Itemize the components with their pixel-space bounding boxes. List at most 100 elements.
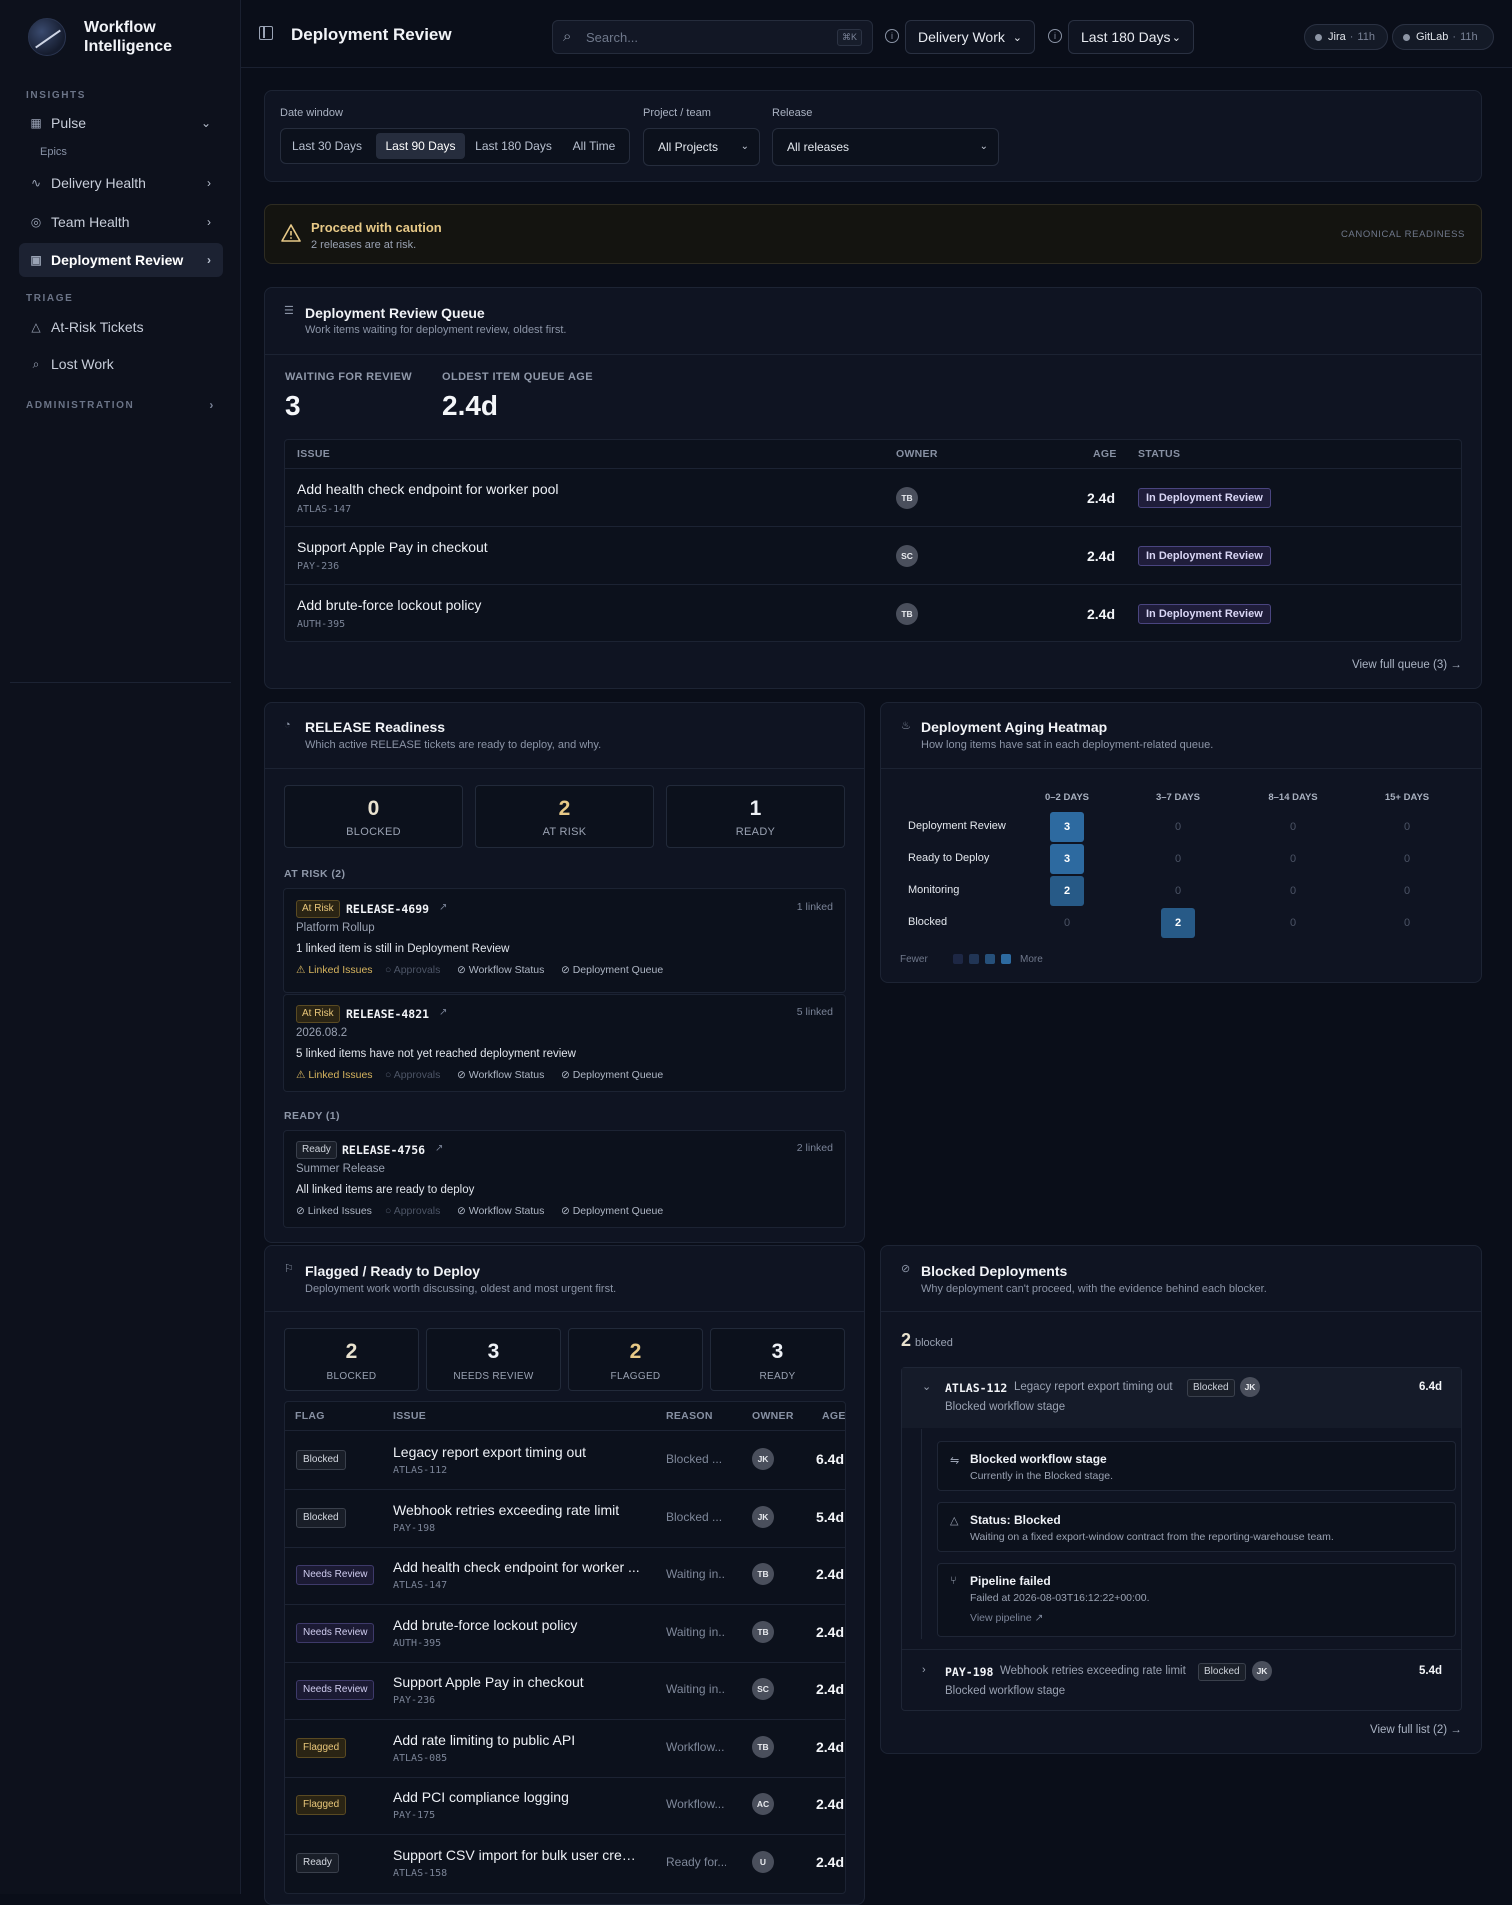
stat-value: 1 xyxy=(749,797,762,820)
work-type-select[interactable]: Delivery Work ⌄ xyxy=(905,20,1035,54)
source-gitlab[interactable]: GitLab · 11h xyxy=(1392,24,1494,50)
issue-key[interactable]: PAY-198 xyxy=(945,1665,993,1679)
release-id[interactable]: RELEASE-4821 xyxy=(346,1007,429,1021)
stat-label: BLOCKED xyxy=(326,1371,377,1382)
chevron-down-icon: ⌄ xyxy=(979,141,988,152)
issue-title[interactable]: Webhook retries exceeding rate limit xyxy=(393,1502,643,1518)
source-jira[interactable]: Jira · 11h xyxy=(1304,24,1388,50)
link-label: View pipeline xyxy=(970,1612,1032,1624)
release-card[interactable]: At Risk RELEASE-4699 ↗ 1 linked Platform… xyxy=(283,888,846,993)
issue-title[interactable]: Add brute-force lockout policy xyxy=(393,1617,643,1633)
avatar: TB xyxy=(752,1563,774,1585)
heatmap-cell[interactable]: 3 xyxy=(1050,812,1084,842)
issue-title[interactable]: Legacy report export timing out xyxy=(393,1444,643,1460)
sidebar-item-pulse[interactable]: ▦ Pulse ⌄ xyxy=(19,106,223,140)
chevron-right-icon[interactable]: › xyxy=(922,1664,926,1676)
date-option-180[interactable]: Last 180 Days xyxy=(471,133,556,159)
info-icon[interactable]: i xyxy=(1048,29,1062,43)
issue-title[interactable]: Support Apple Pay in checkout xyxy=(393,1674,643,1690)
info-icon[interactable]: i xyxy=(885,29,899,43)
stat-label: FLAGGED xyxy=(610,1371,661,1382)
view-full-list-link[interactable]: View full list (2) → xyxy=(1370,1724,1462,1736)
status-dot xyxy=(1315,33,1322,41)
heatmap-cell[interactable]: 3 xyxy=(1050,844,1084,874)
gauge-icon: ◔ xyxy=(284,719,291,731)
brand[interactable]: Workflow Intelligence xyxy=(0,0,240,74)
sidebar-item-delivery-health[interactable]: ∿ Delivery Health › xyxy=(19,166,223,200)
external-link-icon[interactable]: ↗ xyxy=(435,1143,443,1154)
sidebar-item-team-health[interactable]: ◎ Team Health › xyxy=(19,205,223,239)
blocked-item-expanded[interactable] xyxy=(902,1368,1461,1428)
issue-key: ATLAS-085 xyxy=(393,1752,448,1764)
legend-more: More xyxy=(1020,954,1043,965)
issue-title[interactable]: Add health check endpoint for worker poo… xyxy=(297,481,559,497)
row-divider xyxy=(285,1604,845,1605)
external-link-icon[interactable]: ↗ xyxy=(439,902,447,913)
project-value: All Projects xyxy=(658,140,719,154)
age-value: 2.4d xyxy=(815,1623,844,1640)
alert-tag: CANONICAL READINESS xyxy=(1340,229,1465,240)
alert-title: Proceed with caution xyxy=(311,220,442,235)
issue-title[interactable]: Support Apple Pay in checkout xyxy=(297,539,488,555)
issue-title[interactable]: Add rate limiting to public API xyxy=(393,1732,643,1748)
heatmap-cell: 0 xyxy=(1403,853,1411,865)
avatar: TB xyxy=(752,1735,774,1758)
legend-fewer: Fewer xyxy=(900,954,928,965)
status-badge: Blocked xyxy=(1198,1663,1246,1681)
reason-text: Waiting in... xyxy=(666,1567,726,1581)
flag-badge: Flagged xyxy=(296,1737,347,1758)
col-owner: OWNER xyxy=(752,1410,794,1422)
release-select[interactable]: All releases ⌄ xyxy=(772,128,999,166)
issue-title[interactable]: Add PCI compliance logging xyxy=(393,1789,643,1805)
page-title: Deployment Review xyxy=(291,25,452,44)
view-pipeline-link[interactable]: View pipeline ↗ xyxy=(970,1612,1043,1624)
search-placeholder: Search... xyxy=(586,30,639,45)
search-input[interactable]: ⌕ Search... ⌘K xyxy=(552,20,873,54)
at-risk-group-label: AT RISK (2) xyxy=(284,868,346,880)
date-option-all[interactable]: All Time xyxy=(564,133,624,159)
issue-title[interactable]: Add health check endpoint for worker ... xyxy=(393,1559,643,1575)
blocked-subtitle: Why deployment can't proceed, with the e… xyxy=(921,1283,1267,1295)
heatmap-cell[interactable]: 2 xyxy=(1050,876,1084,906)
status-dot xyxy=(1403,33,1410,41)
avatar: TB xyxy=(752,1620,774,1643)
stat-ready: 3 READY xyxy=(710,1328,845,1391)
chevron-right-icon: › xyxy=(207,176,211,190)
check-deployment-queue: ⊘ Deployment Queue xyxy=(561,1069,664,1081)
age-value: 6.4d xyxy=(815,1451,844,1467)
date-option-90[interactable]: Last 90 Days xyxy=(376,133,465,159)
release-card[interactable]: At Risk RELEASE-4821 ↗ 5 linked 2026.08.… xyxy=(283,994,846,1092)
sidebar-sub-epics[interactable]: Epics xyxy=(40,146,67,158)
sidebar-item-at-risk[interactable]: △ At-Risk Tickets xyxy=(19,310,223,344)
section-administration[interactable]: ADMINISTRATION › xyxy=(0,398,215,412)
view-full-queue-link[interactable]: View full queue (3) → xyxy=(1352,659,1462,671)
row-divider xyxy=(285,1661,845,1663)
reason-text: Waiting in... xyxy=(666,1624,726,1639)
date-option-30[interactable]: Last 30 Days xyxy=(287,133,367,159)
age-value: 2.4d xyxy=(815,1738,844,1755)
release-card[interactable]: Ready RELEASE-4756 ↗ 2 linked Summer Rel… xyxy=(283,1130,846,1228)
sidebar-item-deployment-review[interactable]: ▣ Deployment Review › xyxy=(19,243,223,277)
issue-key[interactable]: ATLAS-112 xyxy=(945,1381,1007,1395)
sidebar-toggle-icon[interactable] xyxy=(259,26,273,40)
heatmap-cell: 0 xyxy=(1289,885,1297,897)
time-range-select[interactable]: Last 180 Days ⌄ xyxy=(1068,20,1194,54)
issue-title[interactable]: Add brute-force lockout policy xyxy=(297,597,481,613)
reason-text: Workflow... xyxy=(666,1797,725,1811)
row-divider xyxy=(285,1546,845,1548)
issue-title[interactable]: Support CSV import for bulk user creat..… xyxy=(393,1847,643,1863)
heatmap-cell[interactable]: 2 xyxy=(1161,908,1195,938)
age-value: 2.4d xyxy=(1086,548,1115,564)
stat-blocked: 2 BLOCKED xyxy=(284,1328,419,1391)
external-link-icon[interactable]: ↗ xyxy=(439,1007,447,1018)
status-badge: In Deployment Review xyxy=(1138,488,1271,508)
stat-value: 3 xyxy=(771,1340,784,1363)
release-description: All linked items are ready to deploy xyxy=(296,1184,475,1196)
chevron-down-icon[interactable]: ⌄ xyxy=(922,1380,931,1393)
release-id[interactable]: RELEASE-4699 xyxy=(346,902,429,916)
sidebar-item-lost-work[interactable]: ⌕ Lost Work xyxy=(19,347,223,381)
heatmap-column-header: 15+ DAYS xyxy=(1384,792,1430,803)
release-id[interactable]: RELEASE-4756 xyxy=(342,1143,425,1157)
project-select[interactable]: All Projects ⌄ xyxy=(643,128,760,166)
col-flag: FLAG xyxy=(295,1410,325,1422)
